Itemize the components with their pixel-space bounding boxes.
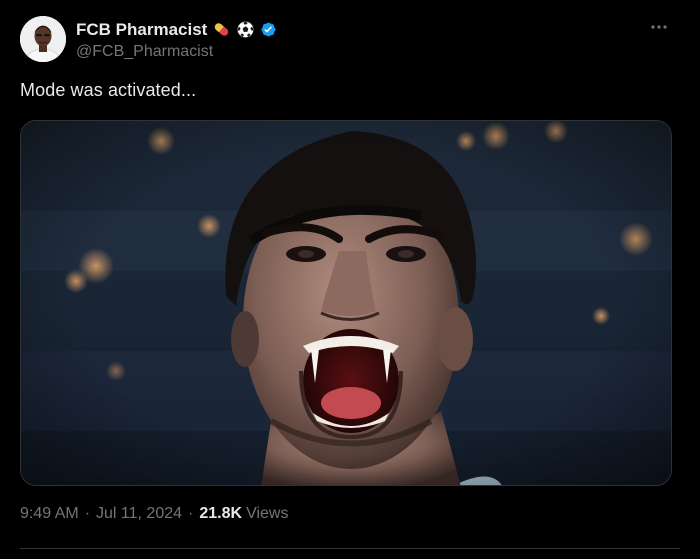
more-horizontal-icon — [651, 25, 667, 29]
divider — [20, 548, 680, 549]
views-label: Views — [246, 505, 289, 522]
author-display-name[interactable]: FCB Pharmacist — [76, 20, 207, 40]
tweet-meta: 9:49 AM · Jul 11, 2024 · 21.8K Views — [20, 505, 288, 523]
views-count[interactable]: 21.8K — [199, 505, 242, 523]
meta-separator: · — [84, 505, 91, 522]
author-handle[interactable]: @FCB_Pharmacist — [76, 43, 278, 61]
verified-badge-icon[interactable] — [258, 20, 278, 40]
tweet-date-link[interactable]: Jul 11, 2024 — [96, 505, 182, 523]
tweet: FCB Pharmacist @FCB_Pharmacist Mode was … — [0, 0, 700, 559]
name-row: FCB Pharmacist — [76, 18, 278, 42]
meta-separator: · — [188, 505, 194, 522]
soccer-ball-icon — [235, 20, 255, 40]
tweet-text: Mode was activated... — [20, 80, 197, 100]
pill-icon — [211, 20, 231, 40]
tweet-header: FCB Pharmacist @FCB_Pharmacist — [20, 14, 278, 64]
author-names: FCB Pharmacist @FCB_Pharmacist — [76, 18, 278, 61]
tweet-media[interactable] — [20, 120, 672, 486]
avatar-image — [20, 16, 66, 62]
avatar[interactable] — [20, 16, 66, 62]
tweet-time-link[interactable]: 9:49 AM — [20, 505, 79, 523]
media-photo — [21, 121, 671, 485]
more-options-button[interactable] — [648, 16, 670, 38]
